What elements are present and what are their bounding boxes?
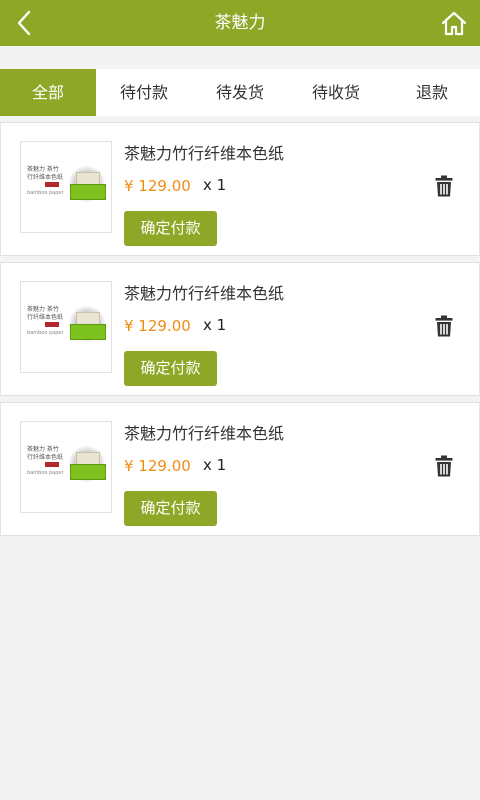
thumb-tag (45, 182, 59, 187)
thumb-tag (45, 462, 59, 467)
top-bar: 茶魅力 (0, 0, 480, 46)
home-button[interactable] (440, 9, 468, 37)
product-price: ¥ 129.00 (124, 457, 191, 475)
tab-pending-shipment[interactable]: 待发货 (192, 69, 288, 116)
thumb-package (70, 324, 106, 340)
confirm-payment-button[interactable]: 确定付款 (124, 211, 217, 246)
order-tabs: 全部 待付款 待发货 待收货 退款 (0, 69, 480, 116)
trash-icon (435, 175, 453, 197)
thumb-package (70, 184, 106, 200)
product-quantity: x 1 (203, 316, 227, 334)
product-quantity: x 1 (203, 176, 227, 194)
delete-button[interactable] (435, 455, 453, 477)
thumb-text: 茶魅力 茶竹 (27, 166, 59, 173)
thumb-text: bamboo paper (27, 190, 64, 196)
thumb-text: bamboo paper (27, 330, 64, 336)
trash-icon (435, 315, 453, 337)
thumb-text: 行纤维本色纸 (27, 174, 64, 181)
tab-all[interactable]: 全部 (0, 69, 96, 116)
confirm-payment-button[interactable]: 确定付款 (124, 491, 217, 526)
product-thumbnail[interactable]: 茶魅力 茶竹 行纤维本色纸 bamboo paper (20, 421, 112, 513)
tab-pending-payment[interactable]: 待付款 (96, 69, 192, 116)
order-card: 茶魅力 茶竹 行纤维本色纸 bamboo paper 茶魅力竹行纤维本色纸 ¥ … (0, 122, 480, 256)
product-name[interactable]: 茶魅力竹行纤维本色纸 (124, 420, 284, 444)
product-name[interactable]: 茶魅力竹行纤维本色纸 (124, 280, 284, 304)
thumb-text: 茶魅力 茶竹 (27, 306, 59, 313)
thumb-text: 行纤维本色纸 (27, 314, 64, 321)
thumb-text: 行纤维本色纸 (27, 454, 64, 461)
order-card: 茶魅力 茶竹 行纤维本色纸 bamboo paper 茶魅力竹行纤维本色纸 ¥ … (0, 402, 480, 536)
tab-pending-receipt[interactable]: 待收货 (288, 69, 384, 116)
thumb-tag (45, 322, 59, 327)
delete-button[interactable] (435, 175, 453, 197)
product-thumbnail[interactable]: 茶魅力 茶竹 行纤维本色纸 bamboo paper (20, 281, 112, 373)
trash-icon (435, 455, 453, 477)
order-card: 茶魅力 茶竹 行纤维本色纸 bamboo paper 茶魅力竹行纤维本色纸 ¥ … (0, 262, 480, 396)
confirm-payment-button[interactable]: 确定付款 (124, 351, 217, 386)
thumb-package (70, 464, 106, 480)
product-price: ¥ 129.00 (124, 177, 191, 195)
product-price: ¥ 129.00 (124, 317, 191, 335)
tab-refund[interactable]: 退款 (384, 69, 480, 116)
home-icon (441, 11, 467, 36)
delete-button[interactable] (435, 315, 453, 337)
product-name[interactable]: 茶魅力竹行纤维本色纸 (124, 140, 284, 164)
product-quantity: x 1 (203, 456, 227, 474)
thumb-text: 茶魅力 茶竹 (27, 446, 59, 453)
order-list: 茶魅力 茶竹 行纤维本色纸 bamboo paper 茶魅力竹行纤维本色纸 ¥ … (0, 116, 480, 536)
thumb-text: bamboo paper (27, 470, 64, 476)
page-title: 茶魅力 (214, 13, 266, 33)
product-thumbnail[interactable]: 茶魅力 茶竹 行纤维本色纸 bamboo paper (20, 141, 112, 233)
